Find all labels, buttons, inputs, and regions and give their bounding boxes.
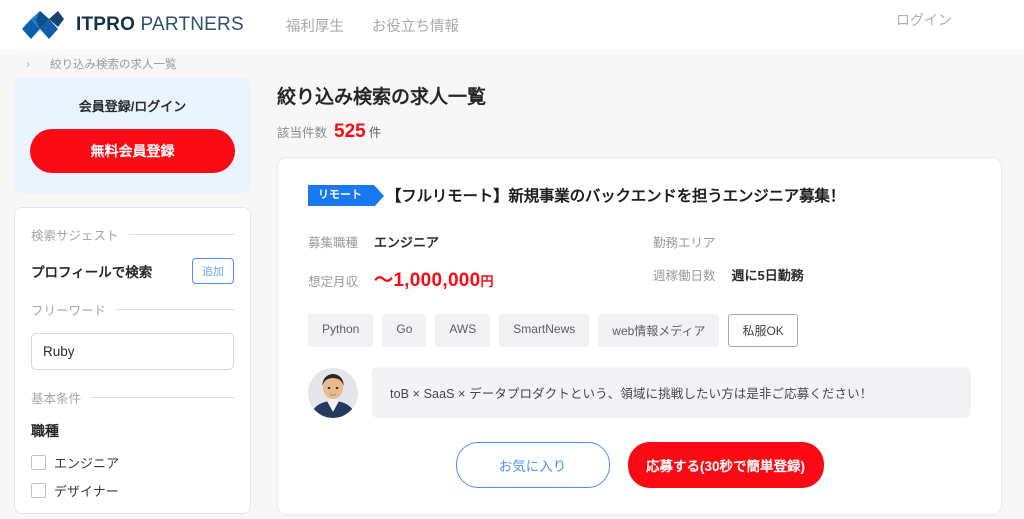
divider bbox=[116, 309, 234, 310]
nav-item-resources[interactable]: お役立ち情報 bbox=[372, 15, 459, 36]
site-header: ITPRO PARTNERS 福利厚生 お役立ち情報 ログイン bbox=[0, 0, 1024, 50]
logo[interactable]: ITPRO PARTNERS bbox=[22, 11, 244, 39]
detail-value-workdays: 週に5日勤務 bbox=[731, 268, 804, 283]
search-suggest-label: 検索サジェスト bbox=[31, 229, 119, 243]
divider bbox=[91, 397, 234, 398]
job-actions: お気に入り 応募する(30秒で簡単登録) bbox=[308, 442, 971, 488]
signup-title: 会員登録/ログイン bbox=[78, 99, 187, 114]
checkbox-designer[interactable] bbox=[31, 483, 46, 498]
detail-label-job-type: 募集職種 bbox=[308, 236, 359, 250]
primary-nav: 福利厚生 お役立ち情報 bbox=[286, 15, 459, 36]
profile-search-row: プロフィールで検索 追加 bbox=[31, 258, 234, 284]
apply-button[interactable]: 応募する(30秒で簡単登録) bbox=[627, 442, 824, 488]
avatar bbox=[308, 367, 358, 418]
job-type-title: 職種 bbox=[31, 423, 59, 439]
checkbox-label-designer: デザイナー bbox=[54, 484, 119, 499]
job-detail-grid: 募集職種 エンジニア 勤務エリア 想定月収 〜1,000,000円 週稼働日数 … bbox=[308, 232, 971, 292]
job-tags: Python Go AWS SmartNews web情報メディア 私服OK bbox=[308, 314, 971, 347]
filter-panel: 検索サジェスト プロフィールで検索 追加 フリーワード 基本条件 職種 エンジニ… bbox=[14, 207, 251, 514]
job-title-row: リモート 【フルリモート】新規事業のバックエンドを担うエンジニア募集！ bbox=[308, 184, 971, 207]
tag-chip[interactable]: 私服OK bbox=[728, 314, 798, 347]
recruiter-comment-row: toB × SaaS × データプロダクトという、領域に挑戦したい方は是非ご応募… bbox=[308, 367, 971, 418]
detail-salary: 想定月収 〜1,000,000円 bbox=[308, 265, 653, 292]
checkbox-label-engineer: エンジニア bbox=[54, 456, 120, 471]
page-title: 絞り込み検索の求人一覧 bbox=[277, 87, 487, 108]
detail-label-salary: 想定月収 bbox=[308, 275, 359, 289]
page-layout: 会員登録/ログイン 無料会員登録 検索サジェスト プロフィールで検索 追加 フリ… bbox=[0, 78, 1024, 515]
recruiter-comment: toB × SaaS × データプロダクトという、領域に挑戦したい方は是非ご応募… bbox=[372, 367, 971, 418]
divider bbox=[128, 234, 234, 235]
remote-badge: リモート bbox=[308, 184, 384, 207]
tag-chip[interactable]: AWS bbox=[435, 314, 491, 347]
chevron-right-icon: › bbox=[26, 57, 30, 71]
basic-conditions-section-header: 基本条件 bbox=[31, 388, 234, 407]
add-profile-button[interactable]: 追加 bbox=[192, 258, 234, 284]
logo-text: ITPRO PARTNERS bbox=[76, 14, 244, 36]
detail-label-workdays: 週稼働日数 bbox=[653, 269, 716, 283]
job-card[interactable]: リモート 【フルリモート】新規事業のバックエンドを担うエンジニア募集！ 募集職種… bbox=[277, 157, 1002, 515]
detail-label-work-area: 勤務エリア bbox=[653, 236, 716, 250]
freeword-section-header: フリーワード bbox=[31, 300, 234, 319]
detail-workdays: 週稼働日数 週に5日勤務 bbox=[653, 265, 971, 292]
sidebar: 会員登録/ログイン 無料会員登録 検索サジェスト プロフィールで検索 追加 フリ… bbox=[14, 78, 251, 514]
favorite-button[interactable]: お気に入り bbox=[455, 442, 610, 488]
nav-item-benefits[interactable]: 福利厚生 bbox=[286, 15, 344, 36]
checkbox-row-engineer[interactable]: エンジニア bbox=[31, 453, 234, 472]
breadcrumb: › 絞り込み検索の求人一覧 bbox=[0, 50, 1024, 78]
detail-job-type: 募集職種 エンジニア bbox=[308, 232, 653, 251]
free-signup-button[interactable]: 無料会員登録 bbox=[30, 129, 235, 173]
detail-value-salary: 〜1,000,000円 bbox=[374, 265, 494, 292]
signup-panel: 会員登録/ログイン 無料会員登録 bbox=[14, 78, 251, 193]
result-count-label: 該当件数 bbox=[277, 126, 328, 140]
checkbox-row-designer[interactable]: デザイナー bbox=[31, 481, 234, 500]
freeword-input[interactable] bbox=[31, 333, 234, 370]
avatar-photo-icon bbox=[308, 367, 358, 418]
checkbox-engineer[interactable] bbox=[31, 455, 46, 470]
login-link[interactable]: ログイン bbox=[896, 10, 952, 30]
salary-unit: 円 bbox=[480, 274, 494, 289]
logo-text-light: PARTNERS bbox=[135, 14, 244, 35]
result-count-number: 525 bbox=[334, 121, 366, 142]
result-count: 該当件数 525 件 bbox=[277, 121, 1002, 143]
salary-amount: 〜1,000,000 bbox=[374, 270, 481, 291]
search-suggest-section-header: 検索サジェスト bbox=[31, 225, 234, 244]
tag-chip[interactable]: web情報メディア bbox=[598, 314, 720, 347]
detail-work-area: 勤務エリア bbox=[653, 232, 971, 251]
logo-text-bold: ITPRO bbox=[76, 14, 136, 35]
profile-search-label: プロフィールで検索 bbox=[31, 265, 153, 280]
job-title[interactable]: 【フルリモート】新規事業のバックエンドを担うエンジニア募集！ bbox=[386, 184, 845, 206]
main-content: 絞り込み検索の求人一覧 該当件数 525 件 リモート 【フルリモート】新規事業… bbox=[277, 78, 1002, 515]
tag-chip[interactable]: SmartNews bbox=[499, 314, 590, 347]
freeword-label: フリーワード bbox=[31, 304, 107, 318]
basic-conditions-label: 基本条件 bbox=[31, 392, 82, 406]
tag-chip[interactable]: Go bbox=[382, 314, 427, 347]
detail-value-job-type: エンジニア bbox=[374, 235, 440, 250]
tag-chip[interactable]: Python bbox=[308, 314, 374, 347]
breadcrumb-current[interactable]: 絞り込み検索の求人一覧 bbox=[50, 56, 177, 72]
result-count-unit: 件 bbox=[368, 126, 382, 140]
itpro-logo-icon bbox=[22, 11, 64, 39]
